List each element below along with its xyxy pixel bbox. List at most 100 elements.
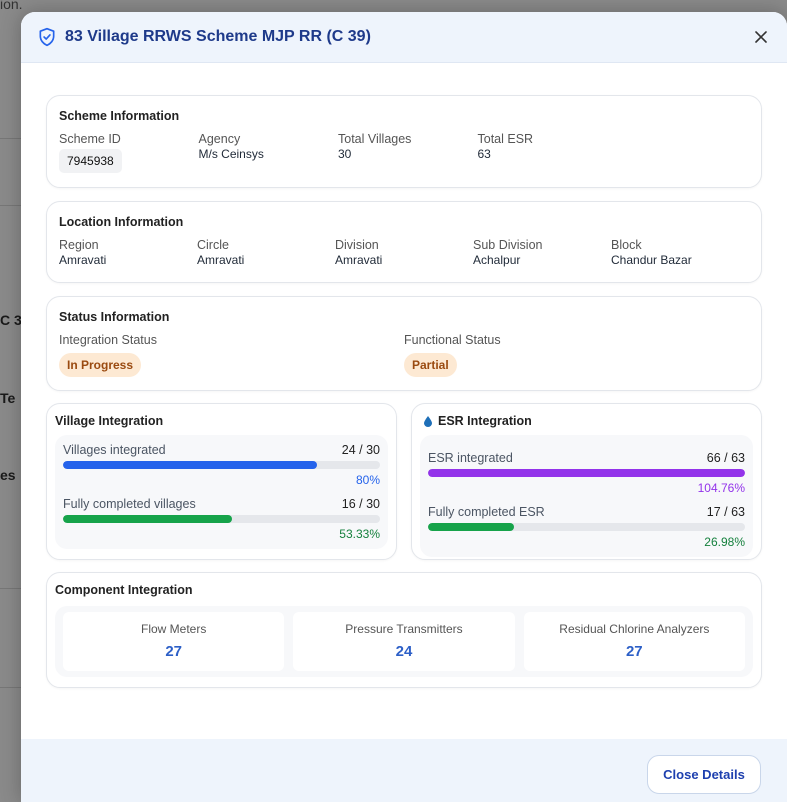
stat-header: Fully completed ESR 17 / 63	[428, 505, 745, 519]
stat-count: 24 / 30	[341, 443, 380, 457]
bg-fragment: ion.	[0, 0, 23, 12]
section-title: Status Information	[59, 310, 170, 324]
location-info-card: Location Information Region Amravati Cir…	[46, 201, 762, 283]
field-label: Region	[59, 238, 99, 252]
field-value: Amravati	[197, 253, 245, 267]
bg-divider	[0, 138, 22, 139]
field-label: Total Villages	[338, 132, 412, 146]
stat-count: 16 / 30	[341, 497, 380, 511]
stat-label: ESR integrated	[428, 451, 513, 465]
section-title: Location Information	[59, 215, 184, 229]
bg-divider	[0, 687, 22, 688]
block-field: Block Chandur Bazar	[611, 238, 749, 267]
scheme-info-card: Scheme Information Scheme ID 7945938 Age…	[46, 95, 762, 188]
close-icon[interactable]	[751, 27, 771, 47]
bg-divider	[0, 205, 22, 206]
stat-label: Fully completed villages	[63, 497, 196, 511]
close-details-button[interactable]: Close Details	[647, 755, 761, 794]
field-value: 63	[477, 147, 491, 161]
scheme-id-field: Scheme ID 7945938	[59, 132, 199, 173]
component-flow-meters: Flow Meters 27	[63, 612, 285, 671]
modal-body: Scheme Information Scheme ID 7945938 Age…	[21, 63, 787, 688]
village-stats-box: Villages integrated 24 / 30 80% Fully co…	[55, 435, 388, 549]
stat-percent: 104.76%	[697, 481, 745, 495]
total-esr-field: Total ESR 63	[478, 132, 618, 173]
field-label: Circle	[197, 238, 229, 252]
bg-fragment: C 3	[0, 312, 22, 328]
field-value: Amravati	[59, 253, 107, 267]
agency-field: Agency M/s Ceinsys	[199, 132, 339, 173]
integration-status-field: Integration Status In Progress	[59, 333, 404, 377]
field-value: 30	[338, 147, 352, 161]
stat-count: 17 / 63	[706, 505, 745, 519]
modal-title: 83 Village RRWS Scheme MJP RR (C 39)	[65, 28, 371, 45]
field-label: Division	[335, 238, 379, 252]
component-integration-card: Component Integration Flow Meters 27 Pre…	[46, 572, 762, 688]
section-title: Component Integration	[55, 583, 193, 597]
status-info-card: Status Information Integration Status In…	[46, 296, 762, 391]
section-title: Scheme Information	[59, 109, 180, 123]
status-fields: Integration Status In Progress Functiona…	[59, 333, 749, 377]
total-villages-field: Total Villages 30	[338, 132, 478, 173]
stat-count: 66 / 63	[706, 451, 745, 465]
stat-fully-completed-villages: Fully completed villages 16 / 30 53.33%	[63, 497, 380, 541]
component-chlorine-analyzers: Residual Chlorine Analyzers 27	[523, 612, 745, 671]
field-value: M/s Ceinsys	[198, 147, 264, 161]
section-title: Village Integration	[55, 414, 164, 428]
stat-label: Villages integrated	[63, 443, 166, 457]
progress-fill	[428, 469, 745, 477]
stat-percent: 26.98%	[704, 535, 745, 549]
field-label: Total ESR	[477, 132, 534, 146]
bg-fragment: Te	[0, 390, 16, 406]
stat-esr-integrated: ESR integrated 66 / 63 104.76%	[428, 451, 745, 495]
progress-fill	[428, 523, 514, 531]
sub-division-field: Sub Division Achalpur	[473, 238, 611, 267]
field-value: Chandur Bazar	[611, 253, 692, 267]
progress-fill	[63, 461, 317, 469]
component-count: 24	[395, 643, 413, 660]
component-label: Flow Meters	[140, 622, 207, 636]
progress-bar	[63, 515, 380, 523]
field-label: Scheme ID	[59, 132, 121, 146]
stat-villages-integrated: Villages integrated 24 / 30 80%	[63, 443, 380, 487]
field-label: Functional Status	[404, 333, 501, 347]
esr-integration-card: ESR Integration ESR integrated 66 / 63 1…	[411, 403, 762, 560]
bg-fragment: es	[0, 467, 16, 483]
esr-stats-box: ESR integrated 66 / 63 104.76% Fully com…	[420, 435, 753, 557]
functional-status-field: Functional Status Partial	[404, 333, 749, 377]
stat-header: Fully completed villages 16 / 30	[63, 497, 380, 511]
component-pressure-transmitters: Pressure Transmitters 24	[293, 612, 515, 671]
status-badge: Partial	[404, 353, 457, 377]
progress-fill	[63, 515, 233, 523]
status-badge: In Progress	[59, 353, 142, 377]
integration-row: Village Integration Villages integrated …	[46, 403, 762, 560]
field-label: Sub Division	[473, 238, 543, 252]
esr-integration-title: ESR Integration	[420, 414, 753, 428]
field-value: Achalpur	[473, 253, 521, 267]
progress-bar	[63, 461, 380, 469]
field-label: Agency	[198, 132, 241, 146]
component-count: 27	[625, 643, 643, 660]
component-label: Pressure Transmitters	[345, 622, 463, 636]
field-label: Integration Status	[59, 333, 157, 347]
location-fields: Region Amravati Circle Amravati Division…	[59, 238, 749, 267]
stat-header: Villages integrated 24 / 30	[63, 443, 380, 457]
component-grid: Flow Meters 27 Pressure Transmitters 24 …	[55, 606, 753, 677]
progress-bar	[428, 469, 745, 477]
region-field: Region Amravati	[59, 238, 197, 267]
village-integration-card: Village Integration Villages integrated …	[46, 403, 397, 560]
section-title: ESR Integration	[438, 414, 532, 428]
modal-footer: Close Details	[21, 739, 787, 802]
water-drop-icon	[424, 415, 432, 427]
stat-percent: 53.33%	[339, 527, 380, 541]
stat-percent: 80%	[355, 473, 380, 487]
stat-label: Fully completed ESR	[428, 505, 545, 519]
modal-header: 83 Village RRWS Scheme MJP RR (C 39)	[21, 12, 787, 63]
field-value: Amravati	[335, 253, 383, 267]
component-label: Residual Chlorine Analyzers	[559, 622, 710, 636]
field-label: Block	[611, 238, 642, 252]
stat-header: ESR integrated 66 / 63	[428, 451, 745, 465]
division-field: Division Amravati	[335, 238, 473, 267]
scheme-id-chip: 7945938	[59, 149, 122, 173]
circle-field: Circle Amravati	[197, 238, 335, 267]
